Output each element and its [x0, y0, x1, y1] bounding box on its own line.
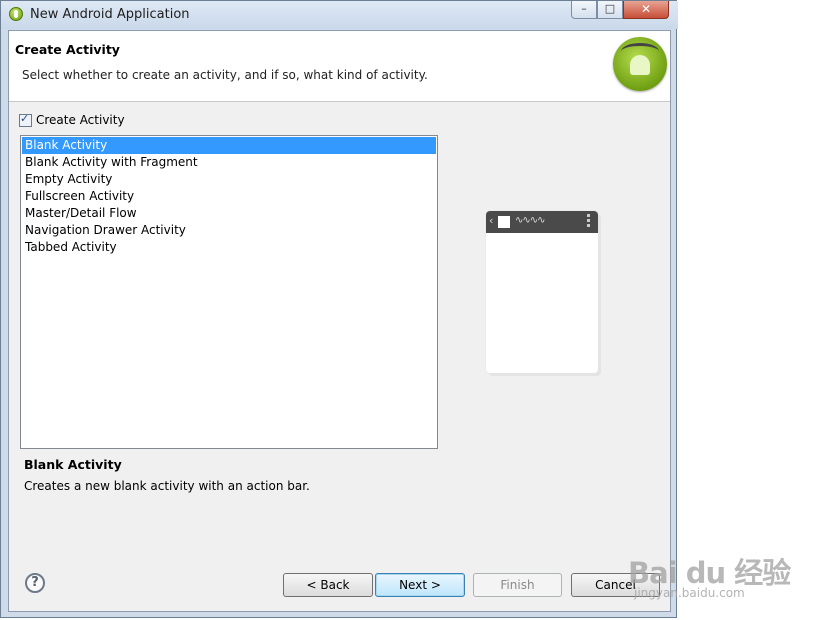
window-title: New Android Application [30, 7, 190, 22]
activity-preview-image: ‹ ∿∿∿∿ [486, 211, 598, 373]
list-item-master-detail-flow[interactable]: Master/Detail Flow [22, 205, 436, 222]
overflow-menu-icon [587, 214, 590, 229]
android-logo-icon [613, 37, 667, 91]
next-button[interactable]: Next > [375, 573, 465, 597]
create-activity-checkbox[interactable] [19, 112, 32, 127]
page-description: Select whether to create an activity, an… [22, 68, 428, 82]
activity-description-text: Creates a new blank activity with an act… [24, 479, 310, 493]
list-item-navigation-drawer-activity[interactable]: Navigation Drawer Activity [22, 222, 436, 239]
list-item-tabbed-activity[interactable]: Tabbed Activity [22, 239, 436, 256]
page-title: Create Activity [15, 42, 120, 57]
title-placeholder-icon: ∿∿∿∿ [515, 215, 545, 226]
close-button[interactable]: ✕ [623, 1, 669, 19]
wizard-header: Create Activity Select whether to create… [9, 31, 670, 102]
list-item-empty-activity[interactable]: Empty Activity [22, 171, 436, 188]
minimize-button[interactable]: – [571, 1, 597, 19]
minimize-icon: – [581, 2, 587, 15]
app-icon [498, 216, 510, 228]
list-item-blank-activity-fragment[interactable]: Blank Activity with Fragment [22, 154, 436, 171]
maximize-button[interactable]: □ [597, 1, 623, 19]
preview-action-bar: ‹ ∿∿∿∿ [486, 211, 598, 233]
finish-button[interactable]: Finish [473, 573, 562, 597]
title-bar[interactable]: New Android Application – □ ✕ [1, 1, 678, 29]
list-item-blank-activity[interactable]: Blank Activity [22, 137, 436, 154]
android-app-icon [9, 7, 23, 21]
wizard-body: Create Activity Select whether to create… [8, 30, 671, 612]
help-icon[interactable]: ? [25, 573, 45, 593]
close-icon: ✕ [640, 2, 652, 16]
activity-description-title: Blank Activity [24, 457, 122, 472]
create-activity-label[interactable]: Create Activity [36, 113, 125, 127]
list-item-fullscreen-activity[interactable]: Fullscreen Activity [22, 188, 436, 205]
back-arrow-icon: ‹ [489, 214, 494, 227]
back-button[interactable]: < Back [283, 573, 373, 597]
activity-list[interactable]: Blank Activity Blank Activity with Fragm… [20, 135, 438, 449]
cancel-button[interactable]: Cancel [571, 573, 660, 597]
wizard-window: New Android Application – □ ✕ Create Act… [0, 0, 678, 618]
maximize-icon: □ [604, 2, 616, 15]
